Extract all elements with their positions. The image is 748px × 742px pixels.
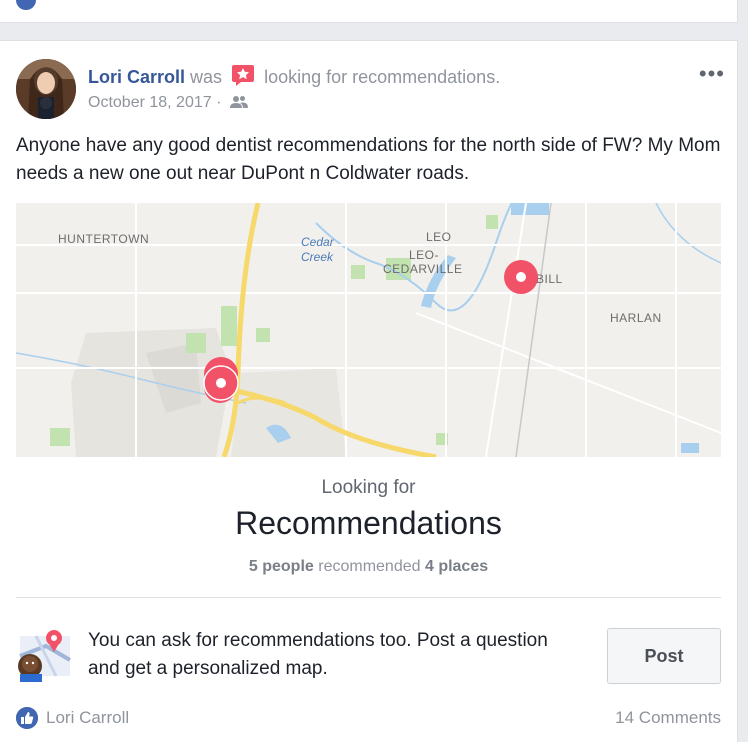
liker-name[interactable]: Lori Carroll [46, 708, 129, 728]
promo-text: You can ask for recommendations too. Pos… [88, 630, 548, 679]
post-date[interactable]: October 18, 2017 [88, 94, 212, 111]
map-label-cedarville: CEDARVILLE [383, 262, 462, 276]
post-card: Lori Carroll was looking for recommendat… [0, 40, 738, 742]
recommended-word: recommended [318, 558, 421, 575]
recommendations-map-icon [16, 626, 72, 682]
map-label-creek: Creek [301, 250, 334, 264]
star-speech-bubble-icon [231, 63, 255, 87]
post-header: Lori Carroll was looking for recommendat… [88, 63, 500, 88]
map-label-huntertown: HUNTERTOWN [58, 232, 149, 246]
likes-row[interactable]: Lori Carroll [16, 707, 129, 729]
map-label-grabill: BILL [536, 272, 563, 286]
post-meta: October 18, 2017 · [88, 94, 248, 112]
more-options-button[interactable]: ••• [699, 61, 725, 87]
map-pin[interactable] [203, 365, 239, 401]
activity-prefix: was [190, 67, 223, 87]
divider [16, 597, 721, 598]
map-label-harlan: HARLAN [610, 311, 662, 325]
places-count: 4 places [424, 558, 489, 575]
map-label-cedar: Cedar [301, 235, 335, 249]
map-label-leo-dash: LEO- [409, 248, 439, 262]
thumbs-up-icon [16, 707, 38, 729]
recommendations-stats: 5 people recommended 4 places [0, 558, 737, 576]
recommendations-map[interactable]: HUNTERTOWN Cedar Creek LEO LEO- CEDARVIL… [16, 203, 721, 457]
author-name[interactable]: Lori Carroll [88, 67, 185, 87]
looking-for-label: Looking for [321, 477, 416, 498]
post-button[interactable]: Post [607, 628, 721, 684]
avatar[interactable] [16, 59, 76, 119]
previous-post-card [0, 0, 738, 23]
activity-text: looking for recommendations. [264, 67, 501, 87]
people-count: 5 people [248, 558, 314, 575]
comments-count[interactable]: 14 Comments [615, 708, 721, 728]
friends-audience-icon[interactable] [229, 95, 248, 109]
recommendations-title[interactable]: Recommendations [0, 505, 737, 542]
map-label-leo: LEO [426, 230, 452, 244]
reaction-icon [16, 0, 36, 10]
meta-separator: · [216, 94, 222, 111]
post-text: Anyone have any good dentist recommendat… [16, 135, 721, 184]
map-pin[interactable] [504, 260, 538, 294]
